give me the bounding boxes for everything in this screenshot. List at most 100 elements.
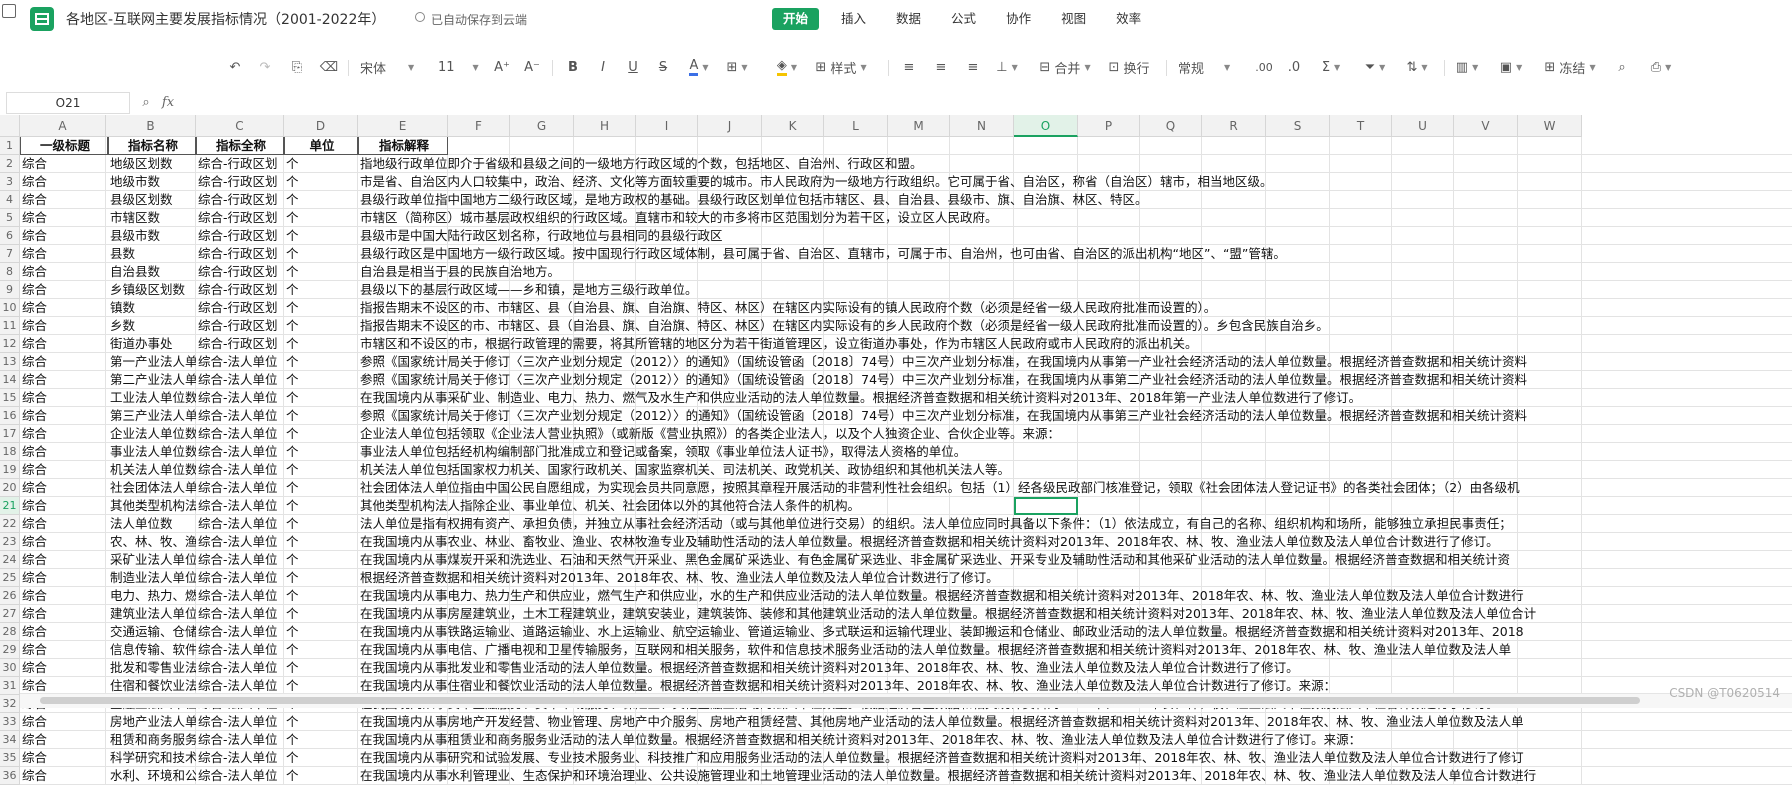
row-header[interactable]: 23 <box>0 533 20 551</box>
tab-data[interactable]: 数据 <box>888 8 929 30</box>
cell-b[interactable]: 乡数 <box>108 317 196 335</box>
freeze-button[interactable]: ⊞ 冻结 ▼ <box>1540 50 1600 84</box>
cell-c[interactable]: 综合-行政区划 <box>196 191 284 209</box>
cell-b[interactable]: 地级区划数 <box>108 155 196 173</box>
row-header[interactable]: 11 <box>0 317 20 335</box>
cell-c[interactable]: 综合-法人单位 <box>196 443 284 461</box>
bold-icon[interactable]: B <box>564 50 582 84</box>
cell-d[interactable]: 个 <box>284 299 358 317</box>
column-header-j[interactable]: J <box>698 115 762 137</box>
cell-a[interactable]: 综合 <box>20 605 108 623</box>
cell-c[interactable]: 综合-法人单位 <box>196 407 284 425</box>
cell-b[interactable]: 地级市数 <box>108 173 196 191</box>
column-header-w[interactable]: W <box>1518 115 1582 137</box>
cell-e[interactable]: 参照《国家统计局关于修订〈三次产业划分规定（2012）〉的通知》（国统设管函〔2… <box>358 407 1788 425</box>
row-header[interactable]: 33 <box>0 713 20 731</box>
increase-decimal-icon[interactable]: .0 <box>1284 50 1304 84</box>
cell-e[interactable]: 法人单位是指有权拥有资产、承担负债，并独立从事社会经济活动（或与其他单位进行交易… <box>358 515 1788 533</box>
cell-e[interactable]: 在我国境内从事租赁业和商务服务业活动的法人单位数量。根据经济普查数据和相关统计资… <box>358 731 1788 749</box>
row-header[interactable]: 29 <box>0 641 20 659</box>
vertical-align-icon[interactable]: ⊥ ▼ <box>994 50 1020 84</box>
cell-b[interactable]: 其他类型机构法 <box>108 497 196 515</box>
cell-d[interactable]: 个 <box>284 551 358 569</box>
row-header[interactable]: 18 <box>0 443 20 461</box>
cell-c[interactable]: 综合-法人单位 <box>196 623 284 641</box>
cell-b[interactable]: 制造业法人单位 <box>108 569 196 587</box>
column-header-a[interactable]: A <box>20 115 106 137</box>
cell-d[interactable]: 个 <box>284 353 358 371</box>
cell-a[interactable]: 综合 <box>20 641 108 659</box>
increase-font-icon[interactable]: A⁺ <box>492 50 512 84</box>
cell-c[interactable]: 综合-法人单位 <box>196 659 284 677</box>
strikethrough-icon[interactable]: S <box>654 50 672 84</box>
cell-c[interactable]: 综合-行政区划 <box>196 227 284 245</box>
file-menu-icon[interactable] <box>2 4 16 18</box>
column-header-q[interactable]: Q <box>1140 115 1202 137</box>
cell-b[interactable]: 市辖区数 <box>108 209 196 227</box>
row-header[interactable]: 25 <box>0 569 20 587</box>
column-header-v[interactable]: V <box>1454 115 1518 137</box>
column-header-f[interactable]: F <box>448 115 510 137</box>
cell-c[interactable]: 综合-行政区划 <box>196 335 284 353</box>
cell-c[interactable]: 综合-法人单位 <box>196 641 284 659</box>
column-header-h[interactable]: H <box>574 115 636 137</box>
cell-e[interactable]: 指报告期末不设区的市、市辖区、县（自治县、旗、自治旗、特区、林区）在辖区内实际设… <box>358 299 1788 317</box>
row-header[interactable]: 19 <box>0 461 20 479</box>
cell-c[interactable]: 综合-法人单位 <box>196 497 284 515</box>
cell-d[interactable]: 个 <box>284 605 358 623</box>
cell-c[interactable]: 综合-法人单位 <box>196 569 284 587</box>
tab-insert[interactable]: 插入 <box>833 8 874 30</box>
cell-c[interactable]: 综合-行政区划 <box>196 209 284 227</box>
redo-icon[interactable]: ↷ <box>254 50 276 84</box>
cell-e[interactable]: 在我国境内从事电力、热力生产和供应业，燃气生产和供应业，水的生产和供应业活动的法… <box>358 587 1788 605</box>
row-header[interactable]: 7 <box>0 245 20 263</box>
cell-a[interactable]: 综合 <box>20 389 108 407</box>
cell-e[interactable]: 指报告期末不设区的市、市辖区、县（自治县、旗、自治旗、特区、林区）在辖区内实际设… <box>358 317 1788 335</box>
fx-icon[interactable]: fx <box>158 93 178 113</box>
cell-b[interactable]: 采矿业法人单位 <box>108 551 196 569</box>
cell-a[interactable]: 综合 <box>20 713 108 731</box>
format-painter-icon[interactable]: ⎘ <box>286 50 308 84</box>
cell-b[interactable]: 工业法人单位数 <box>108 389 196 407</box>
cell-c[interactable]: 综合-法人单位 <box>196 461 284 479</box>
cell-e[interactable]: 自治县是相当于县的民族自治地方。 <box>358 263 1788 281</box>
row-header[interactable]: 34 <box>0 731 20 749</box>
cell-e[interactable]: 事业法人单位包括经机构编制部门批准成立和登记或备案，领取《事业单位法人证书》，取… <box>358 443 1788 461</box>
cell-c[interactable]: 综合-法人单位 <box>196 479 284 497</box>
row-header[interactable]: 31 <box>0 677 20 695</box>
cell-a[interactable]: 综合 <box>20 173 108 191</box>
cell-d[interactable]: 个 <box>284 227 358 245</box>
row-header[interactable]: 32 <box>0 695 20 713</box>
cell-e[interactable]: 在我国境内从事房屋建筑业，土木工程建筑业，建筑安装业，建筑装饰、装修和其他建筑业… <box>358 605 1788 623</box>
tab-view[interactable]: 视图 <box>1053 8 1094 30</box>
column-header-g[interactable]: G <box>510 115 574 137</box>
zoom-search-icon[interactable]: ⌕ <box>136 93 156 113</box>
row-header[interactable]: 4 <box>0 191 20 209</box>
cell-a[interactable]: 综合 <box>20 443 108 461</box>
cell-c[interactable]: 综合-法人单位 <box>196 731 284 749</box>
cell-c[interactable]: 综合-法人单位 <box>196 587 284 605</box>
cell-b[interactable]: 街道办事处 <box>108 335 196 353</box>
tab-collaborate[interactable]: 协作 <box>998 8 1039 30</box>
cell-c[interactable]: 综合-法人单位 <box>196 371 284 389</box>
row-header[interactable]: 1 <box>0 137 20 155</box>
cell-d[interactable]: 个 <box>284 479 358 497</box>
cell-e[interactable]: 市辖区和不设区的市，根据行政管理的需要，将其所管辖的地区分为若干街道管理区，设立… <box>358 335 1788 353</box>
name-box[interactable]: O21 <box>6 92 130 114</box>
row-header[interactable]: 27 <box>0 605 20 623</box>
selected-cell-outline[interactable] <box>1014 497 1078 515</box>
row-header[interactable]: 36 <box>0 767 20 785</box>
cell-e[interactable]: 参照《国家统计局关于修订〈三次产业划分规定（2012）〉的通知》（国统设管函〔2… <box>358 353 1788 371</box>
column-header-p[interactable]: P <box>1078 115 1140 137</box>
cell-d[interactable]: 个 <box>284 371 358 389</box>
cell-b[interactable]: 第三产业法人单 <box>108 407 196 425</box>
header-cell[interactable]: 指标名称 <box>108 137 196 155</box>
font-color-icon[interactable]: A ▼ <box>684 50 714 84</box>
cell-d[interactable]: 个 <box>284 731 358 749</box>
header-cell[interactable]: 单位 <box>284 137 358 155</box>
row-header[interactable]: 20 <box>0 479 20 497</box>
row-header[interactable]: 14 <box>0 371 20 389</box>
cell-c[interactable]: 综合-行政区划 <box>196 155 284 173</box>
cell-a[interactable]: 综合 <box>20 317 108 335</box>
cell-c[interactable]: 综合-法人单位 <box>196 389 284 407</box>
